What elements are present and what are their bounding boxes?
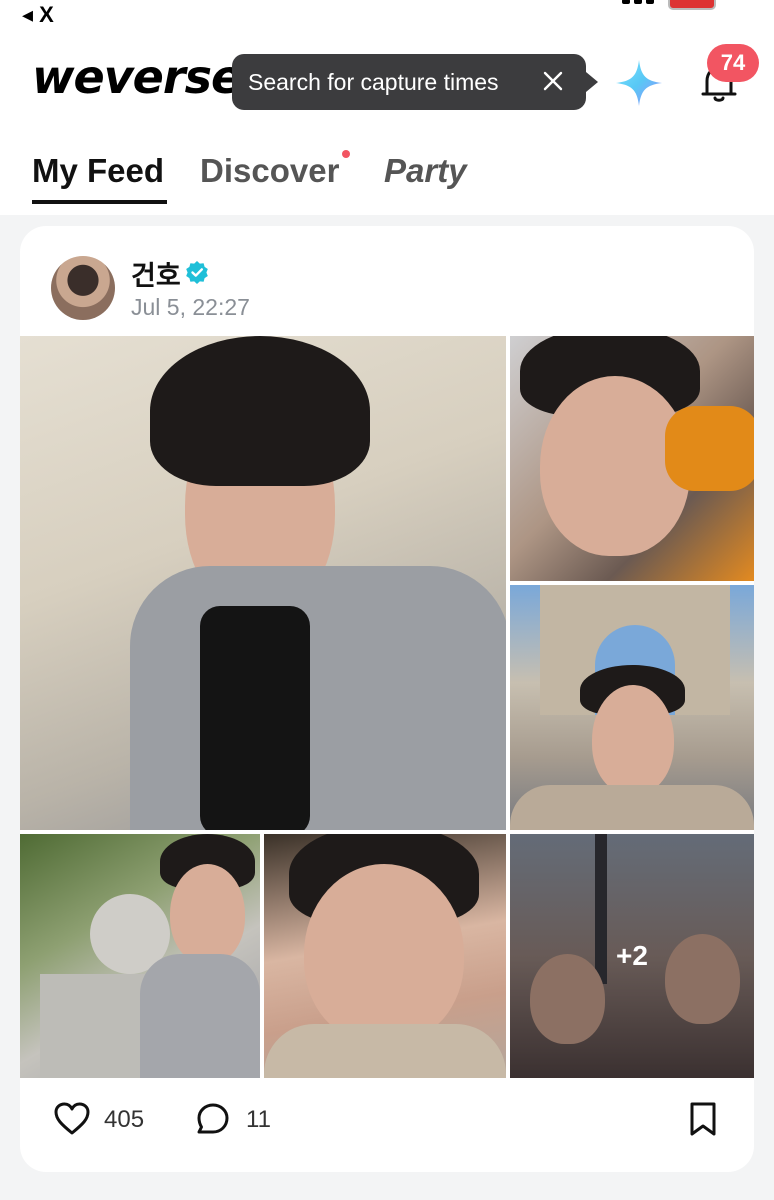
active-tab-underline xyxy=(32,200,167,204)
post-photo-5[interactable] xyxy=(264,834,506,1078)
capture-times-tooltip[interactable]: Search for capture times xyxy=(232,54,586,110)
discover-new-dot xyxy=(342,150,350,158)
like-count: 405 xyxy=(104,1106,145,1133)
comment-icon[interactable] xyxy=(195,1101,231,1137)
back-to-x-link[interactable]: ◂ X xyxy=(22,2,54,28)
tooltip-text: Search for capture times xyxy=(248,68,499,95)
tab-discover[interactable]: Discover xyxy=(200,152,339,190)
verified-badge-icon xyxy=(186,261,208,284)
post-photo-1[interactable] xyxy=(20,336,506,830)
close-icon[interactable] xyxy=(540,68,566,94)
top-bar: ◂ X weverse Search for capture times 74 … xyxy=(0,0,774,215)
bookmark-icon[interactable] xyxy=(686,1101,720,1137)
author-avatar[interactable] xyxy=(51,256,115,320)
post-photo-2[interactable] xyxy=(510,336,754,581)
battery-icon xyxy=(668,0,716,10)
notification-badge: 74 xyxy=(707,44,759,82)
author-name[interactable]: 건호 xyxy=(131,254,181,293)
post-photo-3[interactable] xyxy=(510,585,754,830)
post-actions: 405 11 xyxy=(20,1096,754,1152)
tab-party[interactable]: Party xyxy=(384,152,467,190)
weverse-logo[interactable]: weverse xyxy=(32,50,242,104)
more-photos-overlay[interactable]: +2 xyxy=(510,834,754,1078)
post-card[interactable]: 건호 Jul 5, 22:27 +2 405 11 xyxy=(20,226,754,1172)
signal-icon xyxy=(622,0,668,4)
tab-my-feed[interactable]: My Feed xyxy=(32,152,164,190)
post-photo-4[interactable] xyxy=(20,834,260,1078)
tooltip-arrow xyxy=(586,72,598,92)
comment-count: 11 xyxy=(246,1106,271,1133)
heart-icon[interactable] xyxy=(53,1100,91,1138)
post-photo-6[interactable]: +2 xyxy=(510,834,754,1078)
sparkle-icon[interactable] xyxy=(614,58,664,108)
post-timestamp: Jul 5, 22:27 xyxy=(131,294,250,320)
